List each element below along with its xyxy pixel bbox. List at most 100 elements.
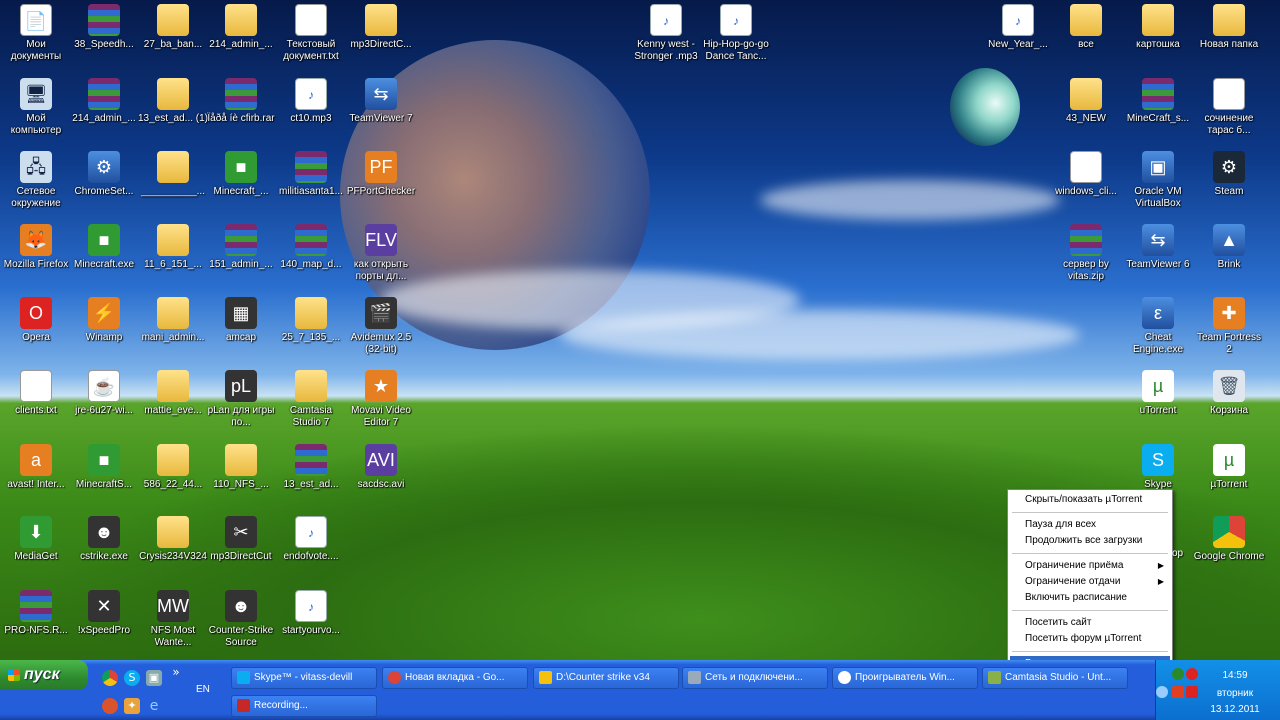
quicklaunch-ie-icon[interactable]: e xyxy=(146,698,162,714)
desktop-icon[interactable]: 13_est_ad... xyxy=(275,440,347,491)
start-button[interactable]: пуск xyxy=(0,660,88,690)
desktop-icon[interactable]: ✚ Team Fortress 2 xyxy=(1193,293,1265,356)
collapse-tray-icon[interactable] xyxy=(1156,686,1168,698)
desktop-icon[interactable]: AVI sacdsc.avi xyxy=(345,440,417,491)
desktop-icon[interactable]: Crysis234V324 xyxy=(137,512,209,563)
desktop-icon[interactable]: Google Chrome xyxy=(1193,512,1265,563)
desktop-icon[interactable]: PRO-NFS.R... xyxy=(0,586,72,637)
desktop-icon[interactable]: 43_NEW xyxy=(1050,74,1122,125)
utorrent-tray-icon[interactable] xyxy=(1172,668,1184,680)
desktop-icon[interactable]: ▣ Oracle VM VirtualBox xyxy=(1122,147,1194,210)
menu-item-toggle-window[interactable]: Скрыть/показать µTorrent xyxy=(1010,492,1170,508)
quicklaunch-skype-icon[interactable]: S xyxy=(124,670,140,686)
desktop-icon[interactable]: ♪ ct10.mp3 xyxy=(275,74,347,125)
menu-item-visit-forum[interactable]: Посетить форум µTorrent xyxy=(1010,631,1170,647)
desktop-icon[interactable]: 27_ba_ban... xyxy=(137,0,209,51)
desktop-icon[interactable]: 🎬 Avidemux 2.5 (32-bit) xyxy=(345,293,417,356)
menu-item-visit-site[interactable]: Посетить сайт xyxy=(1010,615,1170,631)
desktop-icon[interactable]: ⇆ TeamViewer 6 xyxy=(1122,220,1194,271)
desktop-icon[interactable]: ★ Movavi Video Editor 7 xyxy=(345,366,417,429)
desktop-icon[interactable]: mp3DirectC... xyxy=(345,0,417,51)
language-indicator[interactable]: EN xyxy=(196,684,210,695)
desktop-icon[interactable]: PF PFPortChecker xyxy=(345,147,417,198)
desktop-icon[interactable]: MW NFS Most Wante... xyxy=(137,586,209,649)
desktop-icon[interactable]: 214_admin_... xyxy=(68,74,140,125)
desktop-icon[interactable]: 586_22_44... xyxy=(137,440,209,491)
alert-tray-icon[interactable] xyxy=(1186,668,1198,680)
desktop-icon[interactable]: ♪ Hip-Hop-go-go Dance Tanc... xyxy=(700,0,772,63)
desktop-icon[interactable]: MineCraft_s... xyxy=(1122,74,1194,125)
desktop-icon[interactable]: ⇆ TeamViewer 7 xyxy=(345,74,417,125)
desktop-icon[interactable]: ■ Minecraft_... xyxy=(205,147,277,198)
task-button-recording[interactable]: Recording... xyxy=(231,695,377,717)
desktop-icon[interactable]: ⚙ Steam xyxy=(1193,147,1265,198)
desktop-icon[interactable]: Новая папка xyxy=(1193,0,1265,51)
desktop-icon[interactable]: 151_admin_... xyxy=(205,220,277,271)
desktop-icon[interactable]: clients.txt xyxy=(0,366,72,417)
desktop-icon[interactable]: FLV как открыть порты дл... xyxy=(345,220,417,283)
desktop-icon[interactable]: mani_admin... xyxy=(137,293,209,344)
desktop-icon[interactable]: __________... xyxy=(137,147,209,198)
desktop-icon[interactable]: 110_NFS_... xyxy=(205,440,277,491)
desktop-icon[interactable]: сервер by vitas.zip xyxy=(1050,220,1122,283)
menu-item-resume-all[interactable]: Продолжить все загрузки xyxy=(1010,533,1170,549)
desktop-icon[interactable]: mattie_eve... xyxy=(137,366,209,417)
desktop-icon[interactable]: ☕ jre-6u27-wi... xyxy=(68,366,140,417)
quicklaunch-chrome-icon[interactable] xyxy=(102,670,118,686)
task-button-media-player[interactable]: Проигрыватель Win... xyxy=(832,667,978,689)
task-button-camtasia[interactable]: Camtasia Studio - Unt... xyxy=(982,667,1128,689)
desktop-icon[interactable]: ▲ Brink xyxy=(1193,220,1265,271)
desktop-icon[interactable]: ■ MinecraftS... xyxy=(68,440,140,491)
desktop-icon[interactable]: 🗑 Корзина xyxy=(1193,366,1265,417)
clock-time[interactable]: 14:59 xyxy=(1200,670,1270,681)
desktop-icon[interactable]: ☻ cstrike.exe xyxy=(68,512,140,563)
desktop-icon[interactable]: Ïåðå íè cfirb.rar xyxy=(205,74,277,125)
menu-item-enable-scheduler[interactable]: Включить расписание xyxy=(1010,590,1170,606)
desktop-icon[interactable]: O Opera xyxy=(0,293,72,344)
desktop-icon[interactable]: a avast! Inter... xyxy=(0,440,72,491)
quicklaunch-media-icon[interactable] xyxy=(102,698,118,714)
desktop-icon[interactable]: ■ Minecraft.exe xyxy=(68,220,140,271)
menu-item-pause-all[interactable]: Пауза для всех xyxy=(1010,517,1170,533)
quicklaunch-virtualbox-icon[interactable]: ▣ xyxy=(146,670,162,686)
desktop-icon[interactable]: 🦊 Mozilla Firefox xyxy=(0,220,72,271)
task-button-chrome[interactable]: Новая вкладка - Go... xyxy=(382,667,528,689)
desktop-icon[interactable]: ▦ amcap xyxy=(205,293,277,344)
quicklaunch-expand-icon[interactable]: » xyxy=(168,664,184,680)
desktop-icon[interactable]: ⚡ Winamp xyxy=(68,293,140,344)
desktop-icon[interactable]: 38_Speedh... xyxy=(68,0,140,51)
task-button-network[interactable]: Сеть и подключени... xyxy=(682,667,828,689)
task-button-skype[interactable]: Skype™ - vitass-devill xyxy=(231,667,377,689)
desktop-icon[interactable]: 25_7_135_... xyxy=(275,293,347,344)
desktop-icon[interactable]: ⬇ MediaGet xyxy=(0,512,72,563)
desktop-icon[interactable]: ♪ New_Year_... xyxy=(982,0,1054,51)
desktop-icon[interactable]: ε Cheat Engine.exe xyxy=(1122,293,1194,356)
desktop-icon[interactable]: Camtasia Studio 7 xyxy=(275,366,347,429)
desktop-icon[interactable]: ♪ startyourvo... xyxy=(275,586,347,637)
desktop-icon[interactable]: сочинение тарас б... xyxy=(1193,74,1265,137)
flash-tray-icon[interactable] xyxy=(1186,686,1198,698)
desktop-icon[interactable]: militiasanta1... xyxy=(275,147,347,198)
desktop-icon[interactable]: windows_cli... xyxy=(1050,147,1122,198)
desktop-icon[interactable]: ♪ endofvote.... xyxy=(275,512,347,563)
quicklaunch-app-icon[interactable]: ✦ xyxy=(124,698,140,714)
menu-item-download-limit[interactable]: Ограничение приёма ▶ xyxy=(1010,558,1170,574)
desktop-icon[interactable]: 11_6_151_... xyxy=(137,220,209,271)
task-button-folder[interactable]: D:\Counter strike v34 xyxy=(533,667,679,689)
desktop-icon[interactable]: 🖧 Сетевое окружение xyxy=(0,147,72,210)
desktop-icon[interactable]: 🖥 Мой компьютер xyxy=(0,74,72,137)
desktop-icon[interactable]: 214_admin_... xyxy=(205,0,277,51)
desktop-icon[interactable]: 13_est_ad... (1) xyxy=(137,74,209,125)
desktop-icon[interactable]: pL pLan для игры по... xyxy=(205,366,277,429)
desktop-icon[interactable]: картошка xyxy=(1122,0,1194,51)
desktop-icon[interactable]: ✕ !xSpeedPro xyxy=(68,586,140,637)
menu-item-upload-limit[interactable]: Ограничение отдачи ▶ xyxy=(1010,574,1170,590)
desktop-icon[interactable]: ⚙ ChromeSet... xyxy=(68,147,140,198)
antivirus-tray-icon[interactable] xyxy=(1172,686,1184,698)
desktop-icon[interactable]: Текстовый документ.txt xyxy=(275,0,347,63)
desktop-icon[interactable]: S Skype xyxy=(1122,440,1194,491)
desktop-icon[interactable]: 140_map_d... xyxy=(275,220,347,271)
desktop-icon[interactable]: ♪ Kenny west - Stronger .mp3 xyxy=(630,0,702,63)
desktop-icon[interactable]: все xyxy=(1050,0,1122,51)
desktop-icon[interactable]: ✂ mp3DirectCut xyxy=(205,512,277,563)
